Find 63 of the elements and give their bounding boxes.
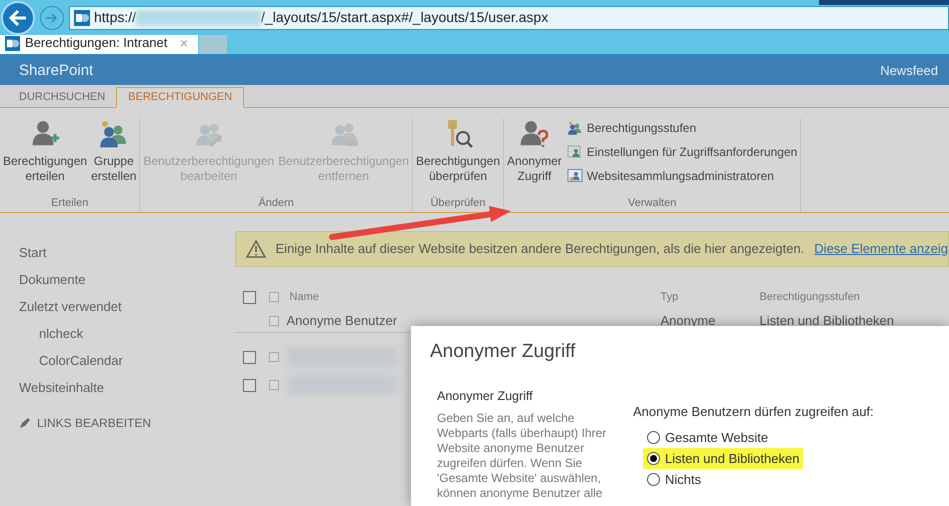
checkbox[interactable]	[242, 350, 256, 364]
suite-link[interactable]: Newsfeed	[880, 61, 938, 81]
question-text: Anonyme Benutzern dürfen zugreifen auf:	[633, 402, 874, 421]
nav-link[interactable]: Dokumente	[19, 266, 86, 293]
edit-links-link[interactable]: LINKS BEARBEITEN	[19, 414, 152, 432]
table-cell-text: Anonyme	[660, 312, 716, 330]
ribbon-tab[interactable]: BERECHTIGUNGEN	[116, 87, 244, 108]
checkbox[interactable]	[268, 316, 279, 326]
checkbox[interactable]	[268, 380, 279, 390]
warning-icon	[246, 240, 266, 258]
group-label: Verwalten	[627, 196, 678, 211]
tab-title: Berechtigungen: Intranet	[25, 34, 168, 52]
url-text: https://	[94, 8, 136, 27]
arrow-right-icon	[45, 12, 59, 24]
ribbon-button[interactable]: Einstellungen für Zugriffsanforderungen	[566, 142, 798, 162]
people-form-icon	[566, 144, 583, 160]
brand-name: SharePoint	[19, 60, 94, 81]
radio-option[interactable]: Listen und Bibliotheken	[643, 448, 804, 469]
radio-button[interactable]	[647, 473, 660, 486]
section-description: Geben Sie an, auf welche Webparts (falls überhaupt) Ihrer Website anonyme Benutzer zugreifen dürfen. Wenn Sie 'Gesamte Website' auswählen, können anonyme Benutzer alle	[437, 411, 607, 502]
ribbon-button[interactable]: Berechtigungen erteilen	[3, 118, 88, 194]
nav-link[interactable]: Zuletzt verwendet	[19, 293, 122, 320]
group-label: Erteilen	[50, 196, 90, 211]
group-label: Überprüfen	[429, 196, 487, 211]
close-tab-button[interactable]: ×	[180, 32, 188, 54]
checkbox[interactable]	[242, 290, 256, 304]
user-question-icon	[518, 118, 550, 150]
arrow-left-icon	[8, 8, 28, 26]
nav-link[interactable]: Start	[19, 239, 46, 266]
ribbon-button[interactable]: Gruppe erstellen	[91, 118, 136, 194]
people-window-icon	[566, 168, 583, 184]
dialog-title: Anonymer Zugriff	[430, 340, 576, 364]
table-cell-text: Anonyme Benutzer	[286, 312, 398, 330]
radio-button[interactable]	[647, 431, 660, 444]
nav-link[interactable]: ColorCalendar	[19, 347, 123, 374]
radio-option[interactable]: Nichts	[643, 469, 706, 490]
checkbox[interactable]	[268, 292, 279, 302]
ribbon-button[interactable]: Berechtigungen überprüfen	[416, 118, 500, 194]
table-cell-text: Listen und Bibliotheken	[760, 312, 894, 330]
ribbon-button[interactable]: Websitesammlungsadministratoren	[566, 166, 798, 186]
ribbon-tab[interactable]: DURCHSUCHEN	[8, 87, 116, 108]
column-header[interactable]: Typ	[660, 288, 760, 306]
people-icon	[566, 120, 583, 136]
nav-link[interactable]: nlcheck	[19, 320, 84, 347]
radio-button[interactable]	[647, 452, 660, 465]
pencil-icon	[19, 417, 31, 429]
sharepoint-logo-icon	[74, 10, 90, 26]
radio-option[interactable]: Gesamte Website	[643, 427, 772, 448]
ribbon-button[interactable]: Anonymer Zugriff	[507, 118, 562, 194]
ribbon-button[interactable]: Berechtigungsstufen	[566, 118, 798, 138]
sharepoint-logo-icon	[5, 36, 20, 50]
address-bar[interactable]: https:// /_layouts/15/start.aspx#/_layouts/15/user.aspx	[69, 6, 949, 30]
checkbox[interactable]	[242, 378, 256, 392]
group-label: Ändern	[257, 196, 295, 211]
column-header[interactable]: Name	[290, 288, 661, 306]
column-header[interactable]: Berechtigungsstufen	[760, 288, 860, 306]
checkbox[interactable]	[268, 352, 279, 362]
section-heading: Anonymer Zugriff	[437, 388, 533, 405]
url-text: /_layouts/15/start.aspx#/_layouts/15/user.aspx	[261, 8, 548, 27]
back-button[interactable]	[1, 0, 35, 34]
nav-link[interactable]: Websiteinhalte	[19, 374, 104, 401]
notice-link[interactable]: Diese Elemente anzeig	[814, 239, 948, 259]
notice-text: Einige Inhalte auf dieser Website besitzen andere Berechtigungen, als die hier angezeigten.	[276, 240, 804, 258]
